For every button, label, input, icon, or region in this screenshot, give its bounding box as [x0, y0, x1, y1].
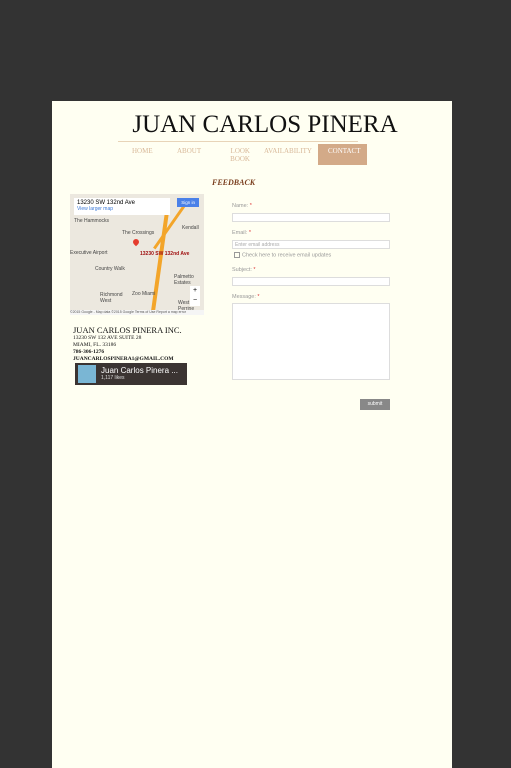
map-label: Country Walk [95, 266, 125, 272]
subject-label: Subject: * [232, 267, 256, 273]
map-label: Zoo Miami [132, 291, 156, 297]
message-label: Message: * [232, 294, 260, 300]
map-label: The Crossings [122, 230, 155, 236]
section-title: FEEDBACK [212, 178, 256, 187]
site-title: JUAN CARLOS PINERA [132, 111, 398, 138]
message-textarea[interactable] [232, 303, 390, 380]
city: MIAMI, FL. 33186 [73, 342, 117, 348]
nav-contact[interactable]: CONTACT [318, 144, 367, 165]
highway [150, 204, 170, 315]
map-info-card: 13230 SW 132nd Ave View larger map [74, 198, 170, 215]
email-label: Email: * [232, 230, 251, 236]
map-footer: ©2015 Google - Map data ©2015 Google Ter… [70, 310, 204, 315]
divider [118, 141, 358, 142]
map-label: Executive Airport [70, 250, 108, 256]
zoom-in-button[interactable]: + [190, 286, 200, 296]
contact-info: JUAN CARLOS PINERA INC. 13230 SW 132 AVE… [73, 325, 182, 363]
page: JUAN CARLOS PINERA HOME ABOUT LOOK BOOK … [52, 101, 452, 768]
map-pin-icon [131, 237, 141, 247]
google-map[interactable]: The Hammocks The Crossings Kendall Execu… [70, 194, 204, 315]
map-label: The Hammocks [74, 218, 110, 224]
nav-home[interactable]: HOME [132, 147, 153, 155]
street: 13230 SW 132 AVE SUITE 28 [73, 335, 142, 341]
company-name: JUAN CARLOS PINERA INC. [73, 325, 182, 335]
email: JUANCARLOSPINERA1@GMAIL.COM [73, 356, 174, 362]
map-zoom-control: + − [190, 286, 200, 306]
map-label: Kendall [182, 225, 199, 231]
page-thumbnail [78, 365, 96, 383]
fb-page-title[interactable]: Juan Carlos Pinera ... [101, 366, 178, 375]
map-signin-button[interactable]: Sign in [177, 198, 199, 207]
fb-likes: 1,117 likes [101, 375, 125, 381]
submit-button[interactable]: submit [360, 399, 390, 410]
map-label: Palmetto Estates [174, 274, 194, 286]
facebook-widget[interactable]: Juan Carlos Pinera ... 1,117 likes [75, 363, 187, 385]
checkbox-icon[interactable] [234, 252, 240, 258]
email-updates-checkbox[interactable]: Check here to receive email updates [234, 252, 331, 258]
nav-about[interactable]: ABOUT [177, 147, 201, 155]
email-input[interactable]: Enter email address [232, 240, 390, 249]
name-input[interactable] [232, 213, 390, 222]
pin-label: 13230 SW 132nd Ave [140, 251, 190, 257]
zoom-out-button[interactable]: − [190, 296, 200, 306]
phone: 786-306-1276 [73, 349, 105, 355]
view-larger-map-link[interactable]: View larger map [77, 206, 113, 212]
subject-input[interactable] [232, 277, 390, 286]
name-label: Name: * [232, 203, 252, 209]
map-label: Richmond West [100, 292, 123, 304]
nav-look-book[interactable]: LOOK BOOK [220, 147, 250, 163]
nav-availability[interactable]: AVAILABILITY [264, 147, 312, 155]
